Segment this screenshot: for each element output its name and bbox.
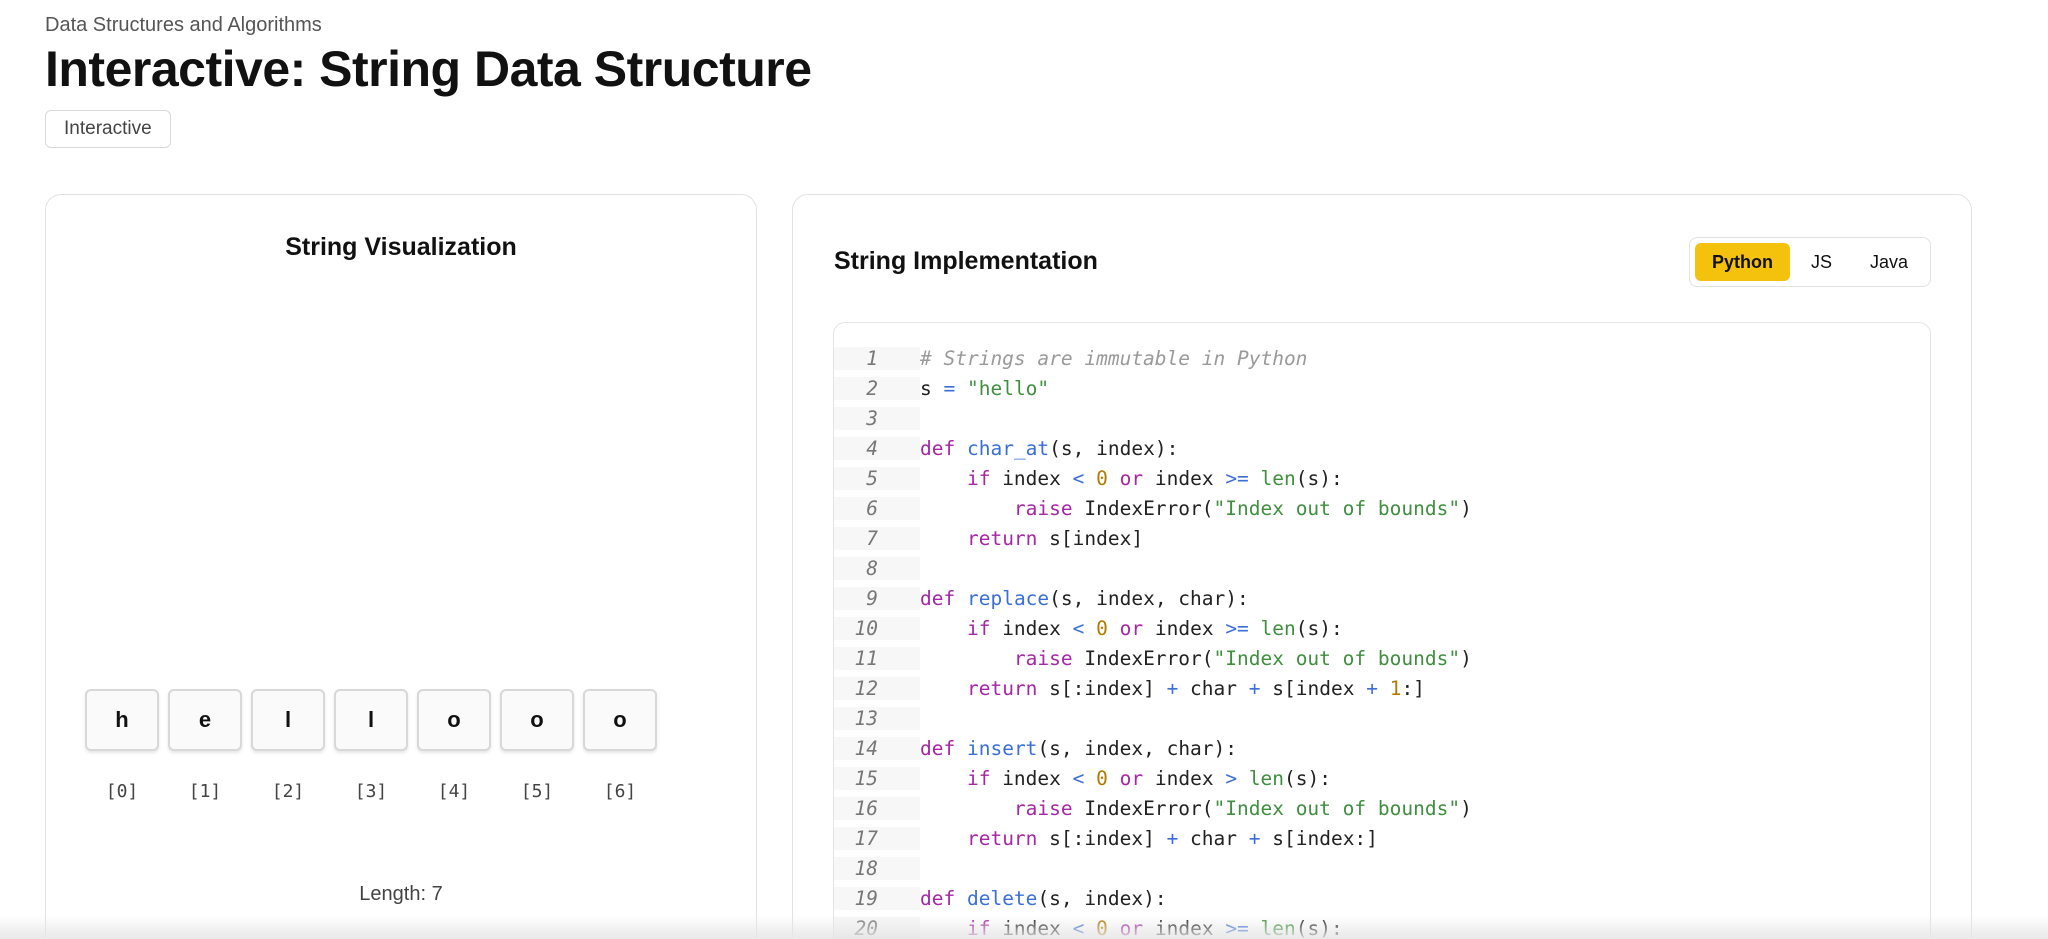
line-number: 5: [834, 466, 920, 490]
line-number: 20: [834, 916, 920, 939]
char-cell: o [4]: [417, 689, 491, 802]
code-line: 18: [834, 853, 1930, 883]
line-number: 18: [834, 856, 920, 880]
line-code: def insert(s, index, char):: [920, 736, 1238, 760]
line-code: if index < 0 or index > len(s):: [966, 766, 1332, 790]
char-box[interactable]: o: [583, 689, 657, 751]
line-code: if index < 0 or index >= len(s):: [966, 616, 1343, 640]
line-number: 13: [834, 706, 920, 730]
code-line: 8: [834, 553, 1930, 583]
char-index: [1]: [188, 781, 222, 802]
code-block: 1 # Strings are immutable in Python 2 s = "…: [833, 322, 1931, 939]
line-number: 10: [834, 616, 920, 640]
language-tab-java[interactable]: Java: [1853, 243, 1925, 281]
char-index: [2]: [271, 781, 305, 802]
char-index: [6]: [603, 781, 637, 802]
code-line: 3: [834, 403, 1930, 433]
char-box[interactable]: e: [168, 689, 242, 751]
line-code: return s[:index] + char + s[index:]: [966, 826, 1378, 850]
implementation-card: String Implementation Python JS Java 1 # St…: [792, 194, 1972, 939]
line-code: return s[index]: [966, 526, 1144, 550]
line-code: raise IndexError("Index out of bounds"): [1013, 796, 1472, 820]
page: Data Structures and Algorithms Interacti…: [0, 0, 2048, 939]
implementation-title: String Implementation: [834, 247, 1098, 275]
line-number: 11: [834, 646, 920, 670]
interactive-tag: Interactive: [45, 110, 171, 148]
visualization-card: String Visualization h [0] e [1] l [2] l [3] o [4…: [45, 194, 757, 939]
line-number: 17: [834, 826, 920, 850]
char-cell: e [1]: [168, 689, 242, 802]
line-number: 8: [834, 556, 920, 580]
length-label: Length: 7: [359, 883, 443, 905]
char-index: [0]: [105, 781, 139, 802]
code-line: 7 return s[index]: [834, 523, 1930, 553]
code-line: 14 def insert(s, index, char):: [834, 733, 1930, 763]
code-line: 19 def delete(s, index):: [834, 883, 1930, 913]
char-cell: o [6]: [583, 689, 657, 802]
visualization-title: String Visualization: [285, 233, 517, 261]
line-code: if index < 0 or index >= len(s):: [966, 466, 1343, 490]
line-number: 9: [834, 586, 920, 610]
line-number: 3: [834, 406, 920, 430]
char-row: h [0] e [1] l [2] l [3] o [4] o [5] o [6]: [85, 689, 657, 802]
code-line: 4 def char_at(s, index):: [834, 433, 1930, 463]
code-line: 17 return s[:index] + char + s[index:]: [834, 823, 1930, 853]
code-line: 1 # Strings are immutable in Python: [834, 343, 1930, 373]
code-line: 5 if index < 0 or index >= len(s):: [834, 463, 1930, 493]
char-box[interactable]: o: [417, 689, 491, 751]
char-cell: h [0]: [85, 689, 159, 802]
code-line: 10 if index < 0 or index >= len(s):: [834, 613, 1930, 643]
char-box[interactable]: l: [334, 689, 408, 751]
char-index: [5]: [520, 781, 554, 802]
language-switcher: Python JS Java: [1688, 237, 1931, 287]
code-line: 13: [834, 703, 1930, 733]
line-code: def replace(s, index, char):: [920, 586, 1249, 610]
line-number: 1: [834, 346, 920, 370]
line-number: 7: [834, 526, 920, 550]
char-cell: l [3]: [334, 689, 408, 802]
char-cell: l [2]: [251, 689, 325, 802]
line-code: def delete(s, index):: [920, 886, 1167, 910]
char-index: [3]: [354, 781, 388, 802]
language-tab-python[interactable]: Python: [1694, 243, 1790, 281]
line-number: 14: [834, 736, 920, 760]
line-code: # Strings are immutable in Python: [920, 346, 1308, 370]
line-number: 12: [834, 676, 920, 700]
line-number: 19: [834, 886, 920, 910]
line-number: 4: [834, 436, 920, 460]
line-code: s = "hello": [920, 376, 1050, 400]
code-line: 16 raise IndexError("Index out of bounds…: [834, 793, 1930, 823]
line-code: if index < 0 or index >= len(s):: [966, 916, 1343, 939]
char-box[interactable]: l: [251, 689, 325, 751]
code-line: 2s = "hello": [834, 373, 1930, 403]
char-box[interactable]: o: [500, 689, 574, 751]
code-line: 6 raise IndexError("Index out of bounds"…: [834, 493, 1930, 523]
code-line: 20 if index < 0 or index >= len(s):: [834, 913, 1930, 939]
code-line: 11 raise IndexError("Index out of bounds…: [834, 643, 1930, 673]
line-code: raise IndexError("Index out of bounds"): [1013, 496, 1472, 520]
char-index: [4]: [437, 781, 471, 802]
line-number: 15: [834, 766, 920, 790]
code-line: 9 def replace(s, index, char):: [834, 583, 1930, 613]
line-code: raise IndexError("Index out of bounds"): [1013, 646, 1472, 670]
breadcrumb[interactable]: Data Structures and Algorithms: [45, 14, 322, 37]
page-title: Interactive: String Data Structure: [45, 41, 812, 97]
line-number: 16: [834, 796, 920, 820]
line-code: return s[:index] + char + s[index + 1:]: [966, 676, 1425, 700]
line-code: def char_at(s, index):: [920, 436, 1179, 460]
char-box[interactable]: h: [85, 689, 159, 751]
code-line: 15 if index < 0 or index > len(s):: [834, 763, 1930, 793]
char-cell: o [5]: [500, 689, 574, 802]
language-tab-js[interactable]: JS: [1794, 243, 1849, 281]
code-line: 12 return s[:index] + char + s[index + 1…: [834, 673, 1930, 703]
line-number: 2: [834, 376, 920, 400]
line-number: 6: [834, 496, 920, 520]
